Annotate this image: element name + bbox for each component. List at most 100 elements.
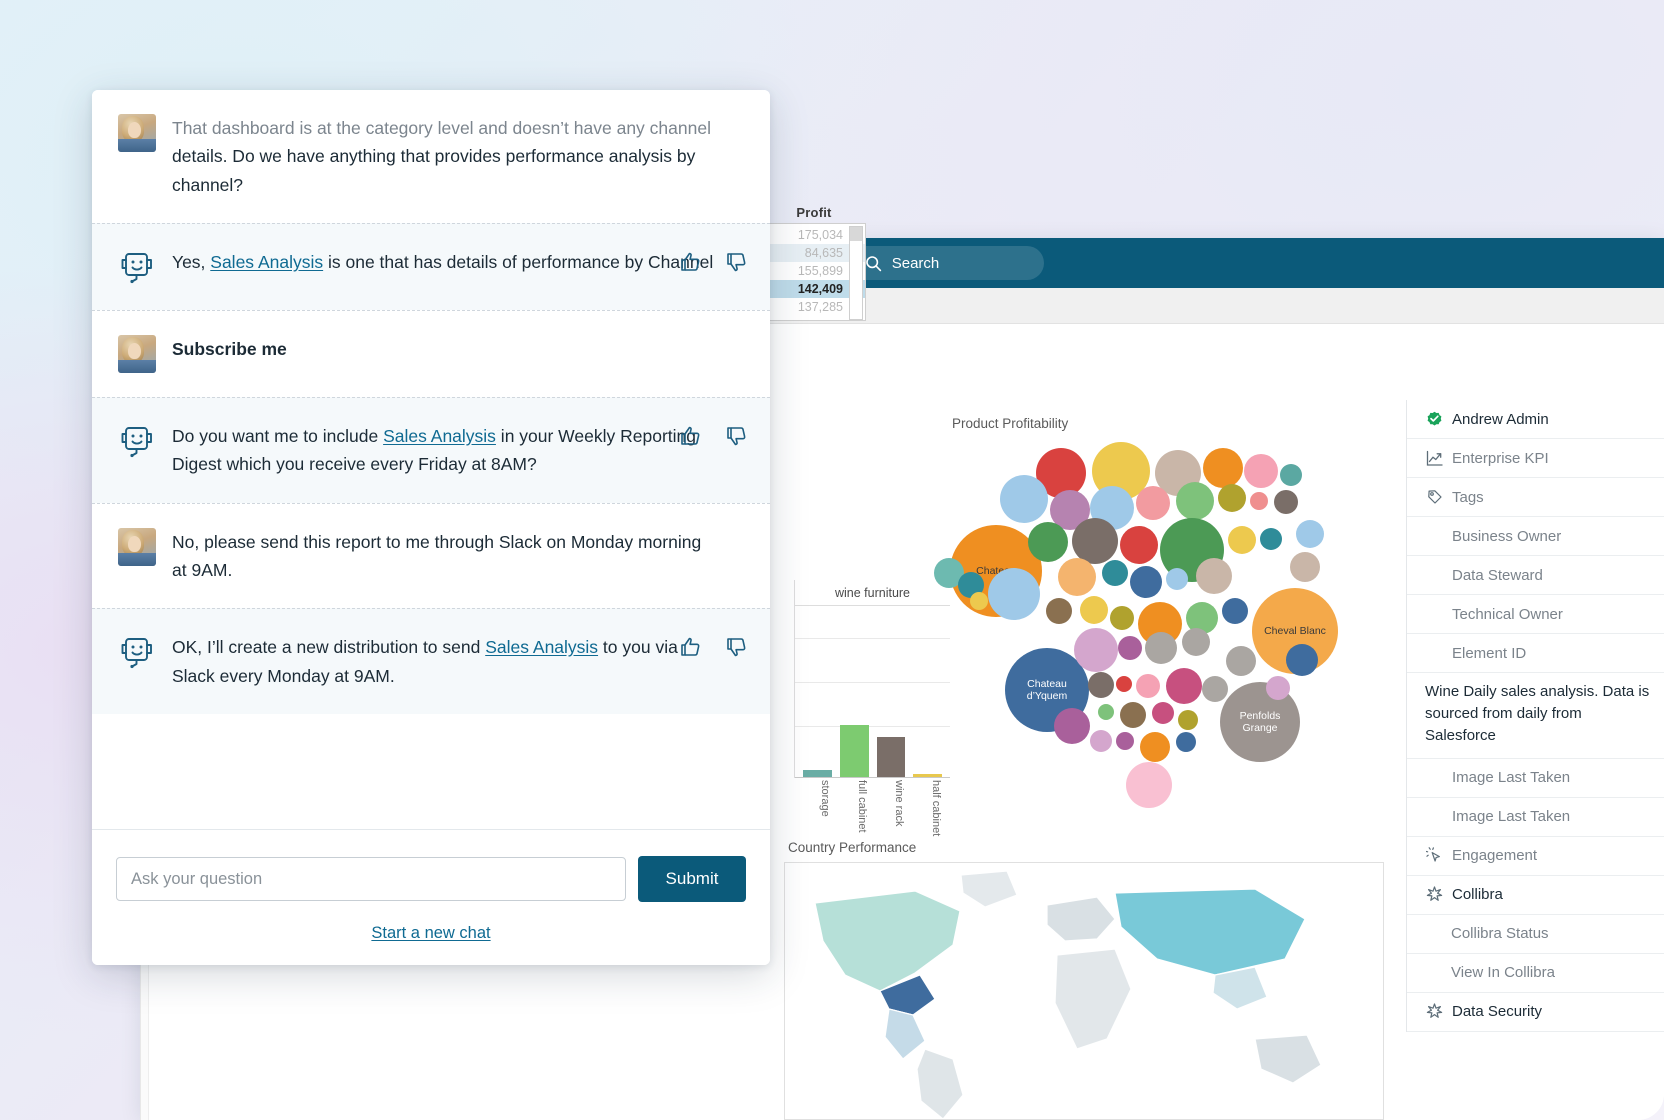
- bubble-mark[interactable]: [1126, 762, 1172, 808]
- bubble-mark[interactable]: [1102, 560, 1128, 586]
- bubble-mark[interactable]: [1046, 598, 1072, 624]
- bubble-mark[interactable]: [1196, 558, 1232, 594]
- bubble-mark[interactable]: [1176, 732, 1196, 752]
- bubble-mark[interactable]: [1202, 676, 1228, 702]
- bubble-mark[interactable]: [1116, 676, 1132, 692]
- chat-message-text: Subscribe me: [172, 339, 287, 360]
- sales-analysis-link[interactable]: Sales Analysis: [210, 252, 323, 272]
- bubble-mark[interactable]: [1176, 482, 1214, 520]
- bubble-mark[interactable]: [1290, 552, 1320, 582]
- bubble-mark[interactable]: [1080, 596, 1108, 624]
- question-input[interactable]: [116, 857, 626, 901]
- profit-filter-scrollbar[interactable]: [849, 226, 863, 320]
- product-profitability-bubble-chart: Chateau Cheval Blanc Chateau d’Yquem Penf…: [930, 440, 1360, 825]
- profit-filter-list[interactable]: 175,034 84,635 155,899 142,409 137,285: [762, 223, 866, 321]
- metadata-row-tags[interactable]: Tags: [1407, 478, 1664, 517]
- chat-message-text: That dashboard is at the category level …: [172, 118, 711, 195]
- bar-storage[interactable]: [803, 770, 832, 777]
- bubble-mark[interactable]: [1280, 464, 1302, 486]
- metadata-row-data-security[interactable]: Data Security: [1407, 993, 1664, 1032]
- bubble-mark[interactable]: [1140, 732, 1170, 762]
- bar-wine-rack[interactable]: [876, 737, 906, 777]
- chat-message-bot: Do you want me to include Sales Analysis…: [92, 397, 770, 503]
- bubble-mark[interactable]: [1226, 646, 1256, 676]
- bubble-mark[interactable]: [1054, 708, 1090, 744]
- bubble-mark[interactable]: [1203, 448, 1243, 488]
- bubble-mark[interactable]: [1286, 644, 1318, 676]
- bubble-mark[interactable]: [1136, 674, 1160, 698]
- text-pre: Do you want me to include: [172, 426, 384, 447]
- bubble-mark[interactable]: [1166, 568, 1188, 590]
- bubble-mark[interactable]: [1250, 492, 1268, 510]
- bubble-mark[interactable]: [1218, 484, 1246, 512]
- metadata-row-view-in-collibra[interactable]: View In Collibra: [1407, 954, 1664, 993]
- bubble-mark[interactable]: [1260, 528, 1282, 550]
- bubble-mark[interactable]: [1178, 710, 1198, 730]
- avatar: [118, 527, 156, 566]
- bubble-mark[interactable]: [1118, 636, 1142, 660]
- metadata-row-image-last-taken-1[interactable]: Image Last Taken: [1407, 759, 1664, 798]
- feedback-actions: [678, 424, 748, 448]
- chat-message-text: No, please send this report to me throug…: [172, 531, 702, 581]
- thumbs-up-icon[interactable]: [678, 635, 702, 659]
- bubble-mark[interactable]: [1296, 520, 1324, 548]
- metadata-row-andrew-admin[interactable]: Andrew Admin: [1407, 400, 1664, 439]
- metadata-row-collibra-status[interactable]: Collibra Status: [1407, 915, 1664, 954]
- bubble-mark[interactable]: [1074, 628, 1118, 672]
- bubble-mark[interactable]: [1152, 702, 1174, 724]
- profit-filter-card[interactable]: Profit 175,034 84,635 155,899 142,409 13…: [762, 205, 866, 321]
- bubble-mark[interactable]: [1116, 732, 1134, 750]
- metadata-row-data-steward[interactable]: Data Steward: [1407, 556, 1664, 595]
- chat-message-body: Yes, Sales Analysis is one that has deta…: [172, 248, 742, 286]
- bubble-mark[interactable]: [1274, 490, 1298, 514]
- thumbs-down-icon[interactable]: [724, 424, 748, 448]
- bubble-mark[interactable]: [1110, 606, 1134, 630]
- metadata-label: Tags: [1452, 488, 1484, 506]
- metadata-label: Enterprise KPI: [1452, 449, 1549, 467]
- country-performance-map[interactable]: [784, 862, 1384, 1120]
- bubble-mark[interactable]: [1120, 526, 1158, 564]
- metadata-row-engagement[interactable]: Engagement: [1407, 837, 1664, 876]
- metadata-row-enterprise-kpi[interactable]: Enterprise KPI: [1407, 439, 1664, 478]
- wine-furniture-bar-chart: wine furniture storage full cabinet wine…: [770, 580, 950, 836]
- submit-button[interactable]: Submit: [638, 856, 746, 902]
- bubble-mark[interactable]: [1145, 632, 1177, 664]
- bubble-mark[interactable]: [1088, 672, 1114, 698]
- start-new-chat-link[interactable]: Start a new chat: [116, 924, 746, 943]
- bubble-mark[interactable]: [1266, 676, 1290, 700]
- bubble-mark[interactable]: [1166, 668, 1202, 704]
- bar-chart-plot: [794, 606, 950, 778]
- metadata-row-collibra[interactable]: Collibra: [1407, 876, 1664, 915]
- sales-analysis-link[interactable]: Sales Analysis: [383, 426, 496, 446]
- bubble-mark[interactable]: [1058, 558, 1096, 596]
- bubble-mark[interactable]: [1182, 628, 1210, 656]
- metadata-row-element-id[interactable]: Element ID: [1407, 634, 1664, 673]
- chat-message-bot: Yes, Sales Analysis is one that has deta…: [92, 223, 770, 311]
- metadata-row-image-last-taken-2[interactable]: Image Last Taken: [1407, 798, 1664, 837]
- thumbs-up-icon[interactable]: [678, 250, 702, 274]
- sales-analysis-link[interactable]: Sales Analysis: [485, 637, 598, 657]
- bar-label: wine rack: [893, 780, 905, 827]
- thumbs-down-icon[interactable]: [724, 250, 748, 274]
- bubble-mark[interactable]: [1090, 730, 1112, 752]
- bubble-mark[interactable]: [970, 592, 988, 610]
- bubble-mark[interactable]: [988, 568, 1040, 620]
- bubble-mark[interactable]: [1136, 486, 1170, 520]
- scrollbar-thumb[interactable]: [850, 227, 862, 241]
- bubble-mark[interactable]: [1228, 526, 1256, 554]
- bubble-mark[interactable]: [1130, 566, 1162, 598]
- thumbs-up-icon[interactable]: [678, 424, 702, 448]
- thumbs-down-icon[interactable]: [724, 635, 748, 659]
- chat-message-body: Do you want me to include Sales Analysis…: [172, 422, 742, 479]
- bubble-mark[interactable]: [1120, 702, 1146, 728]
- bubble-mark[interactable]: [1244, 454, 1278, 488]
- chat-message-bot: OK, I’ll create a new distribution to se…: [92, 608, 770, 715]
- bubble-mark[interactable]: [1072, 518, 1118, 564]
- metadata-row-technical-owner[interactable]: Technical Owner: [1407, 595, 1664, 634]
- bubble-mark[interactable]: [1028, 522, 1068, 562]
- metadata-row-business-owner[interactable]: Business Owner: [1407, 517, 1664, 556]
- bubble-mark[interactable]: [1000, 475, 1048, 523]
- bar-full-cabinet[interactable]: [839, 725, 869, 777]
- bubble-mark[interactable]: [1222, 598, 1248, 624]
- bubble-mark[interactable]: [1098, 704, 1114, 720]
